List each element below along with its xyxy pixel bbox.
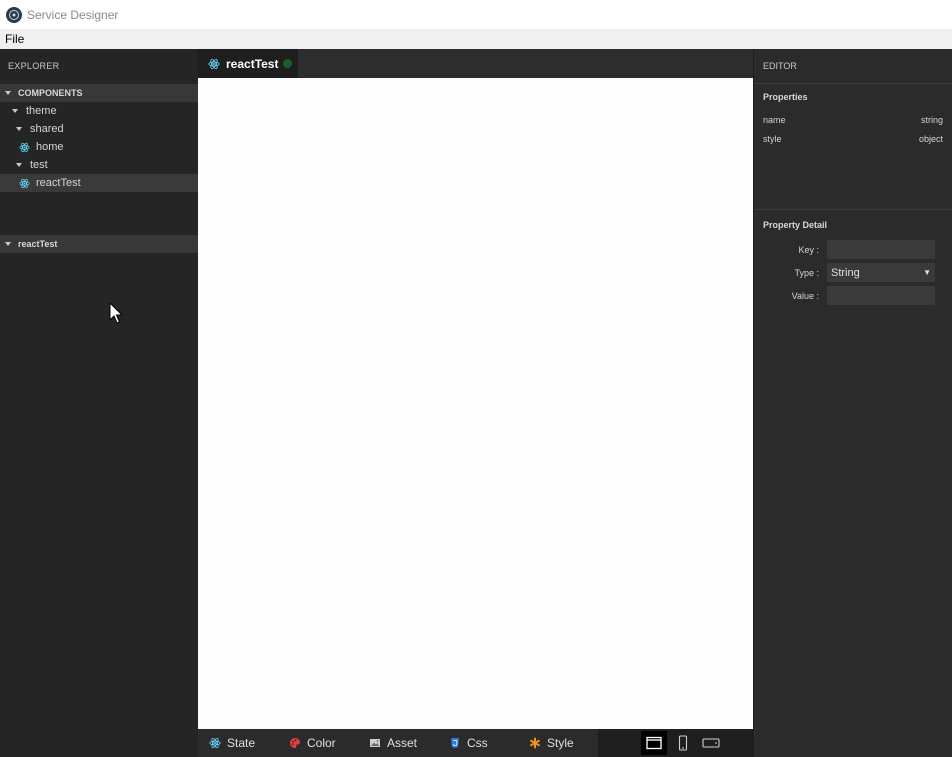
key-row: Key : [754, 238, 952, 261]
tablet-landscape-icon [702, 738, 720, 748]
tree-item-label: test [30, 159, 48, 171]
react-icon [208, 58, 220, 69]
property-name: name [763, 114, 786, 125]
mouse-cursor-icon [109, 302, 124, 324]
tree-item-home[interactable]: home [0, 138, 198, 156]
value-row: Value : [754, 284, 952, 307]
editor-title: EDITOR [754, 49, 952, 84]
state-button[interactable]: State [209, 729, 255, 757]
tree-item-shared[interactable]: shared [0, 120, 198, 138]
properties-title: Properties [763, 92, 808, 102]
property-detail-block: Property Detail Key : Type : String ▼ Va… [754, 212, 952, 307]
components-header-label: COMPONENTS [18, 88, 83, 98]
tree-item-label: home [36, 141, 64, 153]
tree-item-label: theme [26, 105, 57, 117]
caret-down-icon [5, 242, 11, 246]
key-label: Key : [798, 244, 819, 255]
css-label: Css [467, 736, 488, 750]
tree-item-test[interactable]: test [0, 156, 198, 174]
tree-item-theme[interactable]: theme [0, 102, 198, 120]
menu-file[interactable]: File [0, 32, 29, 46]
device-switcher [598, 729, 753, 757]
tree-item-label: reactTest [36, 177, 81, 189]
components-section-header[interactable]: COMPONENTS [0, 84, 198, 102]
react-icon [19, 142, 30, 152]
property-name: style [763, 133, 782, 144]
value-label: Value : [791, 290, 819, 301]
title-bar: Service Designer [0, 0, 952, 29]
asset-label: Asset [387, 736, 418, 750]
caret-down-icon [16, 127, 22, 131]
color-button[interactable]: Color [289, 729, 336, 757]
key-input[interactable] [827, 240, 935, 259]
caret-down-icon [5, 91, 11, 95]
property-detail-title: Property Detail [763, 220, 828, 230]
outline-section-header[interactable]: reactTest [0, 235, 198, 253]
react-icon [209, 737, 221, 749]
property-row[interactable]: name string [754, 110, 952, 129]
state-label: State [227, 736, 256, 750]
explorer-title: EXPLORER [8, 61, 60, 71]
property-row[interactable]: style object [754, 129, 952, 148]
asterisk-icon [529, 737, 541, 749]
editor-panel: EDITOR Properties name string style obje… [753, 49, 952, 757]
color-label: Color [307, 736, 336, 750]
bottom-toolbar: State Color Asset Css Style [198, 729, 753, 757]
css-icon [449, 737, 461, 749]
outline-header-label: reactTest [18, 239, 58, 249]
tab-reacttest[interactable]: reactTest [198, 49, 298, 78]
type-row: Type : String ▼ [754, 261, 952, 284]
app-logo-icon [6, 6, 22, 23]
outline-section: reactTest [0, 235, 198, 253]
react-icon [19, 178, 30, 188]
design-canvas[interactable] [198, 78, 753, 729]
editor-tab-strip: reactTest [198, 49, 753, 78]
explorer-panel: EXPLORER COMPONENTS theme shared home te… [0, 49, 198, 757]
window-title: Service Designer [27, 7, 119, 22]
properties-block: Properties name string style object [754, 84, 952, 210]
tab-status-dot [283, 59, 293, 68]
property-type: object [918, 133, 943, 144]
tree-item-label: shared [30, 123, 64, 135]
caret-down-icon [16, 163, 22, 167]
mobile-view-button[interactable] [670, 731, 696, 755]
menu-bar: File [0, 29, 952, 49]
image-icon [369, 737, 381, 749]
type-select[interactable]: String ▼ [827, 263, 935, 282]
style-label: Style [547, 736, 574, 750]
caret-down-icon [12, 109, 18, 113]
type-select-value: String [831, 266, 860, 279]
mobile-phone-icon [678, 735, 688, 751]
css-button[interactable]: Css [449, 729, 488, 757]
value-input[interactable] [827, 286, 935, 305]
property-type: string [920, 114, 943, 125]
tree-item-reacttest[interactable]: reactTest [0, 174, 198, 192]
palette-icon [289, 737, 301, 749]
tablet-landscape-view-button[interactable] [698, 731, 724, 755]
tab-label: reactTest [226, 56, 279, 71]
desktop-view-button[interactable] [641, 731, 667, 755]
type-label: Type : [794, 267, 819, 278]
asset-button[interactable]: Asset [369, 729, 417, 757]
style-button[interactable]: Style [529, 729, 574, 757]
chevron-down-icon: ▼ [923, 268, 931, 277]
desktop-window-icon [646, 736, 662, 750]
